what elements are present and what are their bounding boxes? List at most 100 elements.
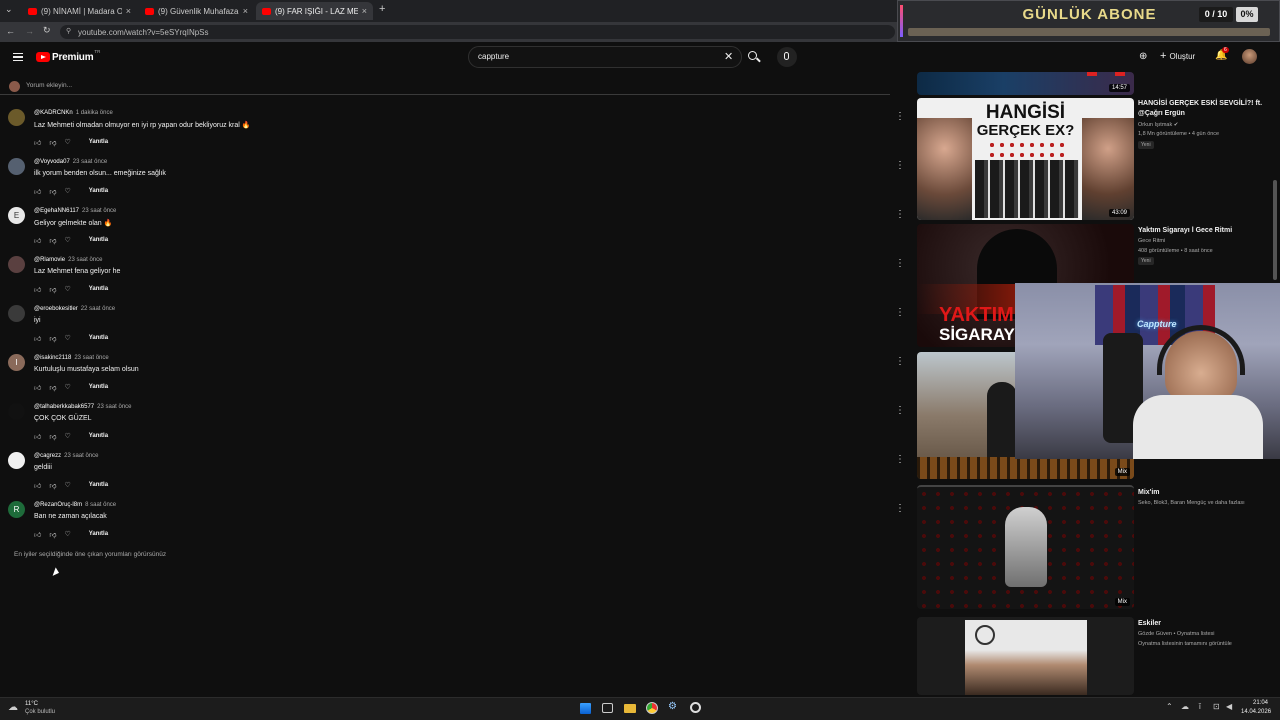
comment-author[interactable]: @isakinc2118 [34,355,71,361]
like-icon[interactable]: 👍︎ [34,481,41,490]
more-options-icon[interactable]: ⋮ [895,454,905,465]
comment-avatar[interactable]: E [8,207,25,224]
like-icon[interactable]: 👍︎ [34,236,41,245]
comment-avatar[interactable]: I [8,354,25,371]
dislike-icon[interactable]: 👎︎ [49,334,56,343]
comment-time[interactable]: 23 saat önce [74,355,108,361]
clock-date[interactable]: 14.04.2026 [1241,709,1271,715]
dislike-icon[interactable]: 👎︎ [49,138,56,147]
video-title[interactable]: Yaktım Sigarayı l Gece Ritmi [1138,226,1278,236]
new-tab-icon[interactable]: + [379,3,385,15]
reply-button[interactable]: Yanıtla [89,384,108,390]
reply-button[interactable]: Yanıtla [89,335,108,341]
more-options-icon[interactable]: ⋮ [895,405,905,416]
weather-desc[interactable]: Çok bulutlu [25,709,55,715]
heart-icon[interactable]: ♡ [64,432,70,440]
youtube-logo[interactable]: Premium TR [36,49,100,63]
playlist-channel[interactable]: Gözde Güven • Oynatma listesi [1138,630,1280,638]
comment-author[interactable]: @talhaberkkabak6577 [34,404,94,410]
weather-temp[interactable]: 11°C [25,701,38,707]
add-comment-row[interactable]: Yorum ekleyin... [0,79,890,95]
like-icon[interactable]: 👍︎ [34,285,41,294]
more-options-icon[interactable]: ⋮ [895,111,905,122]
reply-button[interactable]: Yanıtla [89,433,108,439]
close-tab-icon[interactable]: × [362,6,367,16]
browser-tab-2[interactable]: (9) Güvenlik Muhafaza Türkiye 2 × [139,2,254,20]
heart-icon[interactable]: ♡ [64,383,70,391]
reload-icon[interactable]: ↻ [43,25,51,36]
heart-icon[interactable]: ♡ [64,187,70,195]
clock-time[interactable]: 21:04 [1253,700,1268,706]
tray-volume-icon[interactable]: ◀ [1226,702,1232,711]
browser-tab-1[interactable]: (9) NİNAMİ | Madara Olduk #0 × [22,2,137,20]
video-channel[interactable]: Gece Ritmi [1138,237,1280,245]
url-field[interactable]: ⚲ youtube.com/watch?v=5eSYrqINpSs [60,25,895,39]
dislike-icon[interactable]: 👎︎ [49,285,56,294]
view-full-playlist-link[interactable]: Oynatma listesinin tamamını görüntüle [1138,640,1280,648]
browser-tab-3-active[interactable]: (9) FAR IŞIĞI - LAZ MEHMET GE × [256,2,373,20]
cast-icon[interactable]: ⊕ [1139,51,1147,62]
playlist-title[interactable]: Mix'im [1138,488,1278,498]
tray-network-icon[interactable]: ⊡ [1213,702,1220,711]
like-icon[interactable]: 👍︎ [34,334,41,343]
account-avatar[interactable] [1242,49,1257,64]
dislike-icon[interactable]: 👎︎ [49,530,56,539]
comment-avatar[interactable]: R [8,501,25,518]
tray-cloud-icon[interactable]: ☁ [1181,702,1189,711]
comment-time[interactable]: 23 saat önce [82,208,116,214]
playlist-thumbnail[interactable] [917,617,1134,695]
comment-time[interactable]: 23 saat önce [64,453,98,459]
reply-button[interactable]: Yanıtla [89,531,108,537]
close-tab-icon[interactable]: × [243,6,248,16]
task-view-icon[interactable] [602,703,613,713]
comment-author[interactable]: @KADRCNKn [34,110,73,116]
like-icon[interactable]: 👍︎ [34,432,41,441]
file-explorer-icon[interactable] [624,704,636,713]
site-info-icon[interactable]: ⚲ [66,27,71,35]
like-icon[interactable]: 👍︎ [34,138,41,147]
voice-search-button[interactable] [777,47,797,67]
heart-icon[interactable]: ♡ [64,530,70,538]
reply-button[interactable]: Yanıtla [89,237,108,243]
dislike-icon[interactable]: 👎︎ [49,481,56,490]
page-scrollbar[interactable] [1273,180,1277,280]
dislike-icon[interactable]: 👎︎ [49,432,56,441]
comment-avatar[interactable] [8,158,25,175]
video-title[interactable]: HANGİSİ GERÇEK ESKİ SEVGİLİ?! ft. @Çağrı… [1138,99,1278,119]
like-icon[interactable]: 👍︎ [34,530,41,539]
windows-start-icon[interactable] [580,703,591,714]
dislike-icon[interactable]: 👎︎ [49,236,56,245]
comment-avatar[interactable] [8,452,25,469]
comment-time[interactable]: 23 saat önce [68,257,102,263]
tray-mic-icon[interactable]: ǐ [1199,702,1201,711]
reply-button[interactable]: Yanıtla [89,482,108,488]
like-icon[interactable]: 👍︎ [34,187,41,196]
heart-icon[interactable]: ♡ [64,481,70,489]
more-options-icon[interactable]: ⋮ [895,307,905,318]
more-options-icon[interactable]: ⋮ [895,160,905,171]
heart-icon[interactable]: ♡ [64,236,70,244]
heart-icon[interactable]: ♡ [64,334,70,342]
heart-icon[interactable]: ♡ [64,285,70,293]
more-options-icon[interactable]: ⋮ [895,503,905,514]
tray-chevron-icon[interactable]: ⌃ [1166,702,1173,711]
comment-avatar[interactable] [8,403,25,420]
chrome-icon[interactable] [646,702,658,714]
back-arrow-icon[interactable]: ← [6,26,15,36]
more-options-icon[interactable]: ⋮ [895,209,905,220]
weather-cloud-icon[interactable]: ☁ [8,702,18,713]
more-options-icon[interactable]: ⋮ [895,258,905,269]
video-thumbnail[interactable]: HANGİSİ GERÇEK EX? 43:09 [917,98,1134,220]
mix-thumbnail[interactable]: Mix [917,485,1134,609]
comment-avatar[interactable] [8,109,25,126]
search-button[interactable] [742,46,766,68]
obs-icon[interactable] [690,702,701,713]
search-input[interactable]: cappture [478,52,509,61]
comment-author[interactable]: @eroebokesitler [34,306,78,312]
tab-list-chevron-icon[interactable]: ⌄ [5,4,13,15]
reply-button[interactable]: Yanıtla [89,188,108,194]
reply-button[interactable]: Yanıtla [89,286,108,292]
close-tab-icon[interactable]: × [126,6,131,16]
comment-time[interactable]: 1 dakika önce [76,110,113,116]
more-options-icon[interactable]: ⋮ [895,356,905,367]
